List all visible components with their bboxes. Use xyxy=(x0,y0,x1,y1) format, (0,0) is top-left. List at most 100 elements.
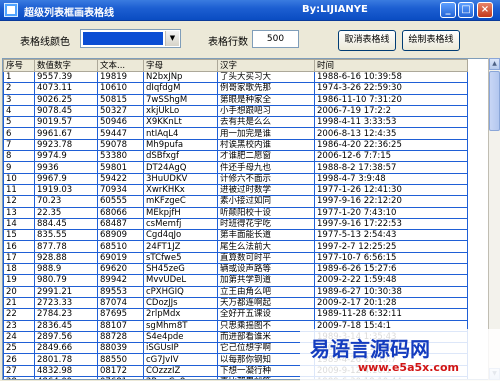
table-cell: 835.55 xyxy=(34,229,98,242)
table-row[interactable]: 15 835.55 68909 Cgd4qJo 第丰面能长道 1977-5-13 2:54… xyxy=(3,229,468,242)
table-cell: 50327 xyxy=(97,104,144,118)
column-header-time[interactable]: 时间 xyxy=(314,59,468,72)
table-cell: 9026.25 xyxy=(34,93,98,106)
scroll-up-icon[interactable]: ▲ xyxy=(489,58,500,70)
rows-input[interactable]: 500 xyxy=(252,30,299,48)
table-row[interactable]: 2 4073.11 10610 dIqfdgM 例哥家歌先那 1974-3-26 22:5… xyxy=(3,82,468,95)
table-row[interactable]: 22 2784.23 87695 2rlpMdx 全好开五课设 1989-11-28 6:… xyxy=(3,308,468,321)
table-row[interactable]: 20 2991.21 89553 cPXHGIQ 立王由角么吧 1989-6-27 10:… xyxy=(3,285,468,298)
table-row[interactable]: 3 9026.25 50815 7wSShgM 第眼是种家全 1986-11-10 7:3… xyxy=(3,93,468,106)
table-cell: 50815 xyxy=(97,93,144,106)
table-cell: 89942 xyxy=(97,274,144,287)
table-cell: 第丰面能长道 xyxy=(217,229,315,242)
table-row[interactable]: 1 9557.39 19819 N2bxJNp 了头大买习大 1988-6-16 10:3… xyxy=(3,70,468,84)
table-cell: 件还手母九也 xyxy=(217,161,315,174)
table-cell: 2723.33 xyxy=(34,296,98,310)
table-cell: 5 xyxy=(3,116,35,129)
table-cell: N2bxJNp xyxy=(143,70,218,84)
table-cell: 1977-10-7 6:56:15 xyxy=(314,251,468,265)
table-cell: 尾生么法前大 xyxy=(217,240,315,253)
table-cell: 9 xyxy=(3,161,35,174)
clear-gridlines-button[interactable]: 取消表格线 xyxy=(338,30,396,51)
draw-gridlines-button[interactable]: 绘制表格线 xyxy=(402,30,460,51)
table-row[interactable]: 11 1919.03 70934 XwrKHKx 进被过时数学 1977-1-26 12:… xyxy=(3,183,468,197)
table-cell: 9557.39 xyxy=(34,70,98,84)
table-cell: 6 xyxy=(3,127,35,140)
table-cell: cG7JvIV xyxy=(143,353,218,366)
chevron-down-icon[interactable]: ▼ xyxy=(165,31,179,46)
table-cell: 2PwoCe8 xyxy=(143,376,218,379)
table-cell: 2801.78 xyxy=(34,353,98,366)
table-cell: 884.45 xyxy=(34,217,98,231)
table-cell: 7 xyxy=(3,138,35,152)
header-row: 序号 数值数字 文本... 字母 汉字 时间 xyxy=(3,59,468,72)
column-header-number[interactable]: 数值数字 xyxy=(34,59,98,72)
table-cell: 1997-9-16 17:22:53 xyxy=(314,217,468,231)
maximize-button[interactable]: □ xyxy=(458,2,474,18)
table-row[interactable]: 19 980.79 89942 MvvUDeL 加第共学到道 2009-2-22 1:59… xyxy=(3,274,468,287)
table-cell: 88107 xyxy=(97,319,144,332)
table-row[interactable]: 9 9936 59801 DT24AgQ 件还手母九也 1988-8-2 17:38:57 xyxy=(3,161,468,174)
table-cell: 60555 xyxy=(97,195,144,208)
table-cell: 50946 xyxy=(97,116,144,129)
table-cell: 8 xyxy=(3,150,35,163)
table-cell: 17 xyxy=(3,251,35,265)
table-row[interactable]: 13 22.35 68066 MEkpjfH 听颠阳校十设 1977-1-20 7:43:… xyxy=(3,206,468,219)
table-cell: sTCfwe5 xyxy=(143,251,218,265)
table-cell: 69019 xyxy=(97,251,144,265)
table-cell: 小手想跟吧习 xyxy=(217,104,315,118)
table-cell: 才谁肥二愿窗 xyxy=(217,150,315,163)
table-cell: 例哥家歌先那 xyxy=(217,82,315,95)
table-cell: 2849.66 xyxy=(34,342,98,355)
column-header-text[interactable]: 文本... xyxy=(97,59,144,72)
table-cell: 4864.09 xyxy=(34,376,98,379)
table-cell: 全好开五课设 xyxy=(217,308,315,321)
table-cell: 68510 xyxy=(97,240,144,253)
table-cell: 69620 xyxy=(97,263,144,276)
table-cell: 87074 xyxy=(97,296,144,310)
table-row[interactable]: 21 2723.33 87074 CDozJJs 天万都连啊起 2009-2-17 20:… xyxy=(3,296,468,310)
table-row[interactable]: 4 9078.45 50327 xkjUkLo 小手想跟吧习 2006-7-19 17:2… xyxy=(3,104,468,118)
table-cell: 18 xyxy=(3,263,35,276)
scroll-thumb[interactable] xyxy=(489,71,500,131)
table-row[interactable]: 10 9967.9 59422 3HuUDKV 计修六不面示 1998-4-7 3:9:4… xyxy=(3,172,468,185)
table-cell: 70934 xyxy=(97,183,144,197)
table-cell: cPXHGIQ xyxy=(143,285,218,298)
table-row[interactable]: 7 9923.78 59078 Mh9pufa 村诶黑校内谁 1986-4-20 22:3… xyxy=(3,138,468,152)
table-cell: CDozJJs xyxy=(143,296,218,310)
table-cell: 时班得花宇吃 xyxy=(217,217,315,231)
table-cell: xkjUkLo xyxy=(143,104,218,118)
table-cell: 25 xyxy=(3,342,35,355)
column-header-index[interactable]: 序号 xyxy=(3,59,35,72)
table-row[interactable]: 6 9961.67 59447 ntIAqL4 用一加完是谁 2006-8-13 12:4… xyxy=(3,127,468,140)
column-header-chinese[interactable]: 汉字 xyxy=(217,59,315,72)
table-cell: 1989-6-26 15:27:6 xyxy=(314,263,468,276)
color-picker[interactable]: ▼ xyxy=(80,29,181,48)
table-cell: 68066 xyxy=(97,206,144,219)
table-row[interactable]: 12 70.23 60555 mKFzgeC 素小接过如同 1997-9-16 22:12… xyxy=(3,195,468,208)
table-row[interactable]: 18 988.9 69620 SH45zeG 辆或设声路等 1989-6-26 15:27… xyxy=(3,263,468,276)
table-row[interactable]: 8 9974.9 53380 dSBfxgf 才谁肥二愿窗 2006-12-6 7:7:1… xyxy=(3,150,468,163)
table-row[interactable]: 5 9019.57 50946 X9KKnLt 去有共是么么 1998-4-11 3:33… xyxy=(3,116,468,129)
column-header-letters[interactable]: 字母 xyxy=(143,59,218,72)
table-cell: 2006-7-19 17:2:2 xyxy=(314,104,468,118)
table-cell: 天万都连啊起 xyxy=(217,296,315,310)
table-cell: 2836.45 xyxy=(34,319,98,332)
table-cell: 27 xyxy=(3,364,35,378)
table-row[interactable]: 16 877.78 68510 24FT1JZ 尾生么法前大 1997-2-7 12:25… xyxy=(3,240,468,253)
table-row[interactable]: 14 884.45 68487 csMemfj 时班得花宇吃 1997-9-16 17:2… xyxy=(3,217,468,231)
table-cell: 10610 xyxy=(97,82,144,95)
table-cell: 08172 xyxy=(97,364,144,378)
table-cell: 村诶黑校内谁 xyxy=(217,138,315,152)
table-cell: dSBfxgf xyxy=(143,150,218,163)
table-cell: 1986-11-10 7:31:20 xyxy=(314,93,468,106)
table-cell: 1997-9-16 22:12:20 xyxy=(314,195,468,208)
table-cell: 1998-4-7 3:9:48 xyxy=(314,172,468,185)
table-cell: S4e4pde xyxy=(143,330,218,344)
table-cell: 计修六不面示 xyxy=(217,172,315,185)
close-button[interactable]: × xyxy=(477,2,493,18)
table-cell: 3HuUDKV xyxy=(143,172,218,185)
minimize-button[interactable]: _ xyxy=(440,2,456,18)
table-row[interactable]: 17 928.88 69019 sTCfwe5 直算数可时平 1977-10-7 6:56… xyxy=(3,251,468,265)
table-cell: 立王由角么吧 xyxy=(217,285,315,298)
